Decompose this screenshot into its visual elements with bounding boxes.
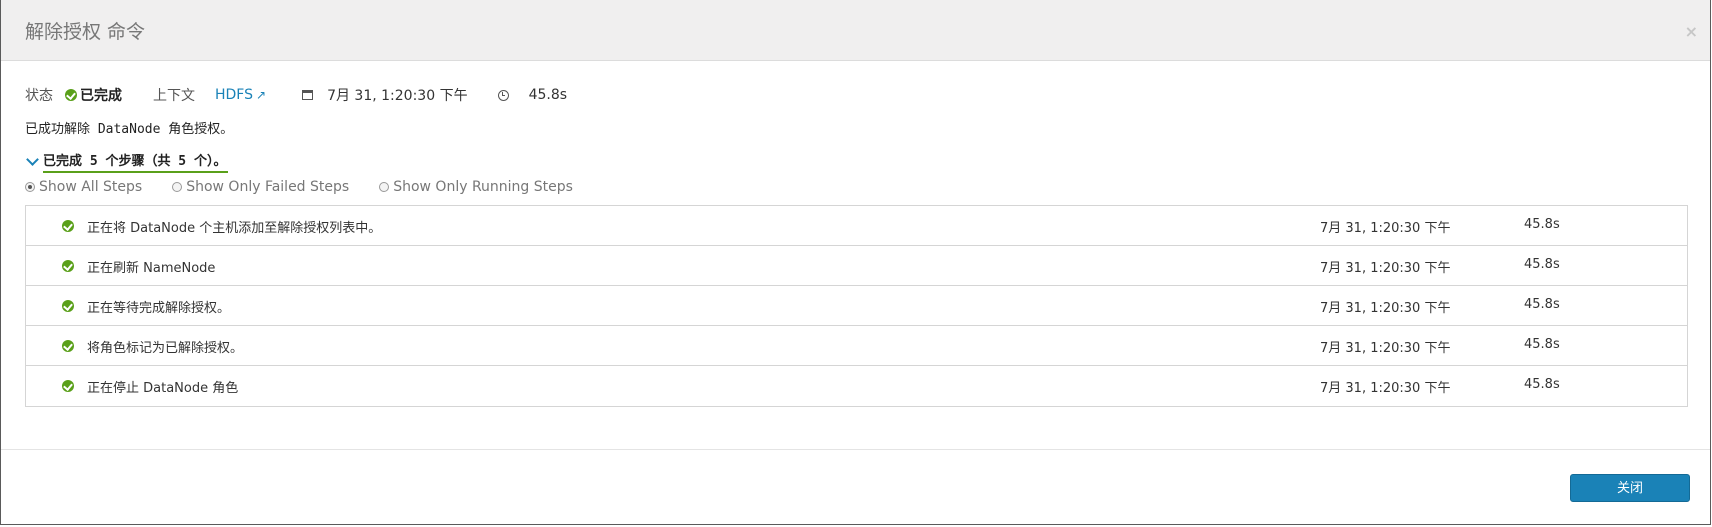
- step-filters: Show All Steps Show Only Failed Steps Sh…: [25, 179, 603, 195]
- step-name: 将角色标记为已解除授权。: [87, 341, 244, 356]
- table-row: 将角色标记为已解除授权。 7月 31, 1:20:30 下午 45.8s: [26, 326, 1687, 366]
- check-circle-icon: [62, 340, 74, 352]
- status-value: 已完成: [80, 88, 122, 104]
- table-row: 正在停止 DataNode 角色 7月 31, 1:20:30 下午 45.8s: [26, 366, 1687, 406]
- step-name: 正在等待完成解除授权。: [87, 301, 231, 316]
- check-circle-icon: [62, 300, 74, 312]
- footer-divider: [1, 449, 1710, 450]
- steps-table: 正在将 DataNode 个主机添加至解除授权列表中。 7月 31, 1:20:…: [25, 205, 1688, 407]
- check-circle-icon: [65, 89, 77, 101]
- step-time: 7月 31, 1:20:30 下午: [1320, 341, 1451, 356]
- step-duration: 45.8s: [1524, 297, 1560, 312]
- step-time: 7月 31, 1:20:30 下午: [1320, 381, 1451, 396]
- table-row: 正在等待完成解除授权。 7月 31, 1:20:30 下午 45.8s: [26, 286, 1687, 326]
- dialog-title: 解除授权 命令: [25, 21, 146, 43]
- steps-summary-toggle[interactable]: 已完成 5 个步骤（共 5 个）。: [25, 150, 229, 173]
- duration: 45.8s: [528, 87, 568, 103]
- clock-icon: [497, 89, 509, 101]
- table-row: 正在刷新 NameNode 7月 31, 1:20:30 下午 45.8s: [26, 246, 1687, 286]
- step-name: 正在刷新 NameNode: [87, 261, 216, 276]
- context-label: 上下文: [153, 88, 195, 104]
- calendar-icon: [302, 90, 314, 100]
- check-circle-icon: [62, 220, 74, 232]
- filter-running-label: Show Only Running Steps: [393, 179, 573, 195]
- steps-summary-text[interactable]: 已完成 5 个步骤（共 5 个）。: [43, 150, 229, 173]
- step-duration: 45.8s: [1524, 257, 1560, 272]
- step-time: 7月 31, 1:20:30 下午: [1320, 261, 1451, 276]
- radio-all-steps[interactable]: [25, 182, 35, 192]
- external-link-icon[interactable]: ↗: [256, 88, 266, 102]
- start-time: 7月 31, 1:20:30 下午: [327, 88, 468, 104]
- command-dialog: 解除授权 命令 × 状态 已完成 上下文 HDFS ↗ 7月 31, 1:20:…: [0, 0, 1711, 525]
- check-circle-icon: [62, 260, 74, 272]
- step-name: 正在停止 DataNode 角色: [87, 381, 239, 396]
- result-message: 已成功解除 DataNode 角色授权。: [25, 122, 234, 137]
- radio-failed-steps[interactable]: [172, 182, 183, 192]
- filter-all-label: Show All Steps: [39, 179, 143, 195]
- table-row: 正在将 DataNode 个主机添加至解除授权列表中。 7月 31, 1:20:…: [26, 206, 1687, 246]
- filter-failed-label: Show Only Failed Steps: [186, 179, 350, 195]
- dialog-header: 解除授权 命令 ×: [1, 0, 1710, 61]
- step-duration: 45.8s: [1524, 377, 1560, 392]
- chevron-down-icon[interactable]: [26, 153, 39, 166]
- filter-all-steps[interactable]: Show All Steps: [25, 179, 142, 195]
- context-link-hdfs[interactable]: HDFS: [215, 87, 253, 103]
- filter-running-steps[interactable]: Show Only Running Steps: [379, 179, 573, 195]
- step-duration: 45.8s: [1524, 337, 1560, 352]
- filter-failed-steps[interactable]: Show Only Failed Steps: [172, 179, 349, 195]
- step-duration: 45.8s: [1524, 217, 1560, 232]
- close-button[interactable]: 关闭: [1570, 474, 1690, 502]
- step-name: 正在将 DataNode 个主机添加至解除授权列表中。: [87, 221, 382, 236]
- check-circle-icon: [62, 380, 74, 392]
- command-meta: 状态 已完成 上下文 HDFS ↗ 7月 31, 1:20:30 下午 45.8…: [25, 85, 567, 105]
- step-time: 7月 31, 1:20:30 下午: [1320, 221, 1451, 236]
- status-label: 状态: [25, 88, 53, 104]
- step-time: 7月 31, 1:20:30 下午: [1320, 301, 1451, 316]
- close-icon[interactable]: ×: [1685, 22, 1698, 41]
- radio-running-steps[interactable]: [379, 182, 390, 192]
